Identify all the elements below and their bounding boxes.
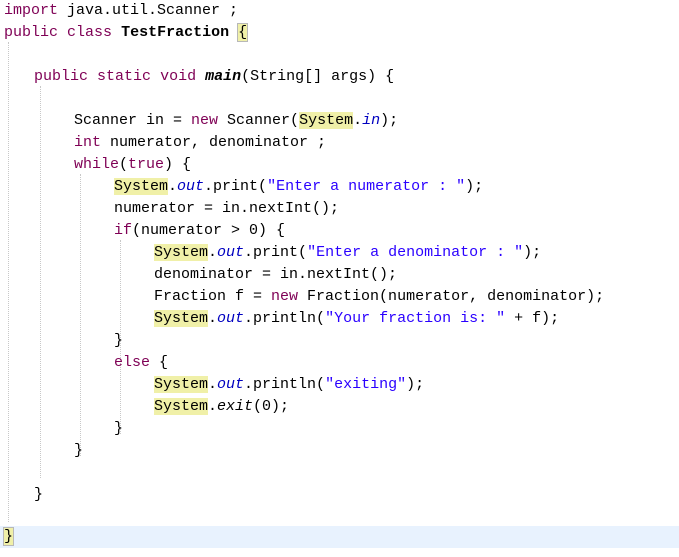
code-editor[interactable]: import java.util.Scanner ; public class … xyxy=(0,0,679,557)
keyword: int xyxy=(74,134,102,151)
current-line-highlight xyxy=(0,526,679,548)
occurrence-highlight: System xyxy=(299,112,354,129)
code-line-16[interactable]: System.out.println("exiting"); xyxy=(154,374,424,396)
code-text: . xyxy=(208,244,218,261)
indent-guide xyxy=(8,42,9,522)
keyword: static xyxy=(97,68,152,85)
code-text: Fraction f = xyxy=(154,288,272,305)
code-text: .print( xyxy=(204,178,268,195)
keyword: else xyxy=(114,354,151,371)
code-text: ( xyxy=(119,156,129,173)
code-text: ); xyxy=(465,178,484,195)
keyword: public xyxy=(34,68,89,85)
occurrence-highlight: System xyxy=(154,398,209,415)
code-line-10[interactable]: System.out.print("Enter a denominator : … xyxy=(154,242,541,264)
method-name: main xyxy=(205,68,242,85)
code-line-1[interactable]: import java.util.Scanner ; xyxy=(4,0,238,22)
code-text: } xyxy=(114,420,124,437)
code-text: . xyxy=(208,398,218,415)
keyword: new xyxy=(271,288,299,305)
code-line-4[interactable]: Scanner in = new Scanner(System.in); xyxy=(74,110,398,132)
code-text: .print( xyxy=(244,244,308,261)
code-line-5[interactable]: int numerator, denominator ; xyxy=(74,132,326,154)
string-literal: "Your fraction is: " xyxy=(325,310,506,327)
keyword: import xyxy=(4,2,59,19)
code-text: (0); xyxy=(253,398,290,415)
keyword: public xyxy=(4,24,59,41)
indent-guide xyxy=(80,174,81,456)
code-text: . xyxy=(208,310,218,327)
code-text: Scanner( xyxy=(218,112,300,129)
code-text: } xyxy=(74,442,84,459)
keyword: class xyxy=(67,24,113,41)
code-text: (String[] args) { xyxy=(241,68,395,85)
occurrence-highlight: System xyxy=(154,244,209,261)
code-line-14[interactable]: } xyxy=(114,330,123,352)
matching-brace: } xyxy=(2,527,15,546)
keyword: true xyxy=(128,156,165,173)
code-text: ); xyxy=(523,244,542,261)
occurrence-highlight: System xyxy=(154,376,209,393)
code-text: ) { xyxy=(164,156,192,173)
static-field: in xyxy=(362,112,381,129)
code-line-9[interactable]: if(numerator > 0) { xyxy=(114,220,285,242)
static-field: out xyxy=(177,178,205,195)
occurrence-highlight: System xyxy=(154,310,209,327)
indent-guide xyxy=(40,86,41,478)
code-text: numerator, denominator ; xyxy=(101,134,327,151)
static-field: out xyxy=(217,310,245,327)
static-field: out xyxy=(217,244,245,261)
code-line-18[interactable]: } xyxy=(114,418,123,440)
code-line-20[interactable]: } xyxy=(34,484,43,506)
static-field: out xyxy=(217,376,245,393)
code-line-17[interactable]: System.exit(0); xyxy=(154,396,289,418)
code-text: } xyxy=(114,332,124,349)
keyword: void xyxy=(160,68,197,85)
code-text: . xyxy=(208,376,218,393)
code-text: denominator = in.nextInt(); xyxy=(154,266,398,283)
code-line-13[interactable]: System.out.println("Your fraction is: " … xyxy=(154,308,559,330)
code-text: numerator = in.nextInt(); xyxy=(114,200,340,217)
matching-brace: { xyxy=(237,23,249,42)
string-literal: "exiting" xyxy=(325,376,407,393)
code-text: java.util.Scanner ; xyxy=(58,2,239,19)
code-line-2[interactable]: public class TestFraction { xyxy=(4,22,249,44)
code-text: . xyxy=(168,178,178,195)
string-literal: "Enter a denominator : " xyxy=(307,244,524,261)
code-text: ); xyxy=(380,112,399,129)
occurrence-highlight: System xyxy=(114,178,169,195)
code-line-7[interactable]: System.out.print("Enter a numerator : ")… xyxy=(114,176,483,198)
code-text: . xyxy=(353,112,363,129)
code-line-6[interactable]: while(true) { xyxy=(74,154,191,176)
code-text: } xyxy=(34,486,44,503)
class-name: TestFraction xyxy=(121,24,230,41)
code-line-19[interactable]: } xyxy=(74,440,83,462)
code-text: .println( xyxy=(244,376,326,393)
code-text: .println( xyxy=(244,310,326,327)
code-line-8[interactable]: numerator = in.nextInt(); xyxy=(114,198,339,220)
code-text: { xyxy=(150,354,169,371)
string-literal: "Enter a numerator : " xyxy=(267,178,466,195)
code-line-12[interactable]: Fraction f = new Fraction(numerator, den… xyxy=(154,286,604,308)
code-line-15[interactable]: else { xyxy=(114,352,168,374)
keyword: if xyxy=(114,222,133,239)
code-text: Scanner in = xyxy=(74,112,192,129)
code-line-21[interactable]: } xyxy=(2,526,15,548)
static-method: exit xyxy=(217,398,254,415)
code-line-11[interactable]: denominator = in.nextInt(); xyxy=(154,264,397,286)
keyword: while xyxy=(74,156,120,173)
code-text: ); xyxy=(406,376,425,393)
code-text: Fraction(numerator, denominator); xyxy=(298,288,605,305)
code-text: + f); xyxy=(505,310,560,327)
keyword: new xyxy=(191,112,219,129)
code-line-3[interactable]: public static void main(String[] args) { xyxy=(34,66,394,88)
code-text: (numerator > 0) { xyxy=(132,222,286,239)
